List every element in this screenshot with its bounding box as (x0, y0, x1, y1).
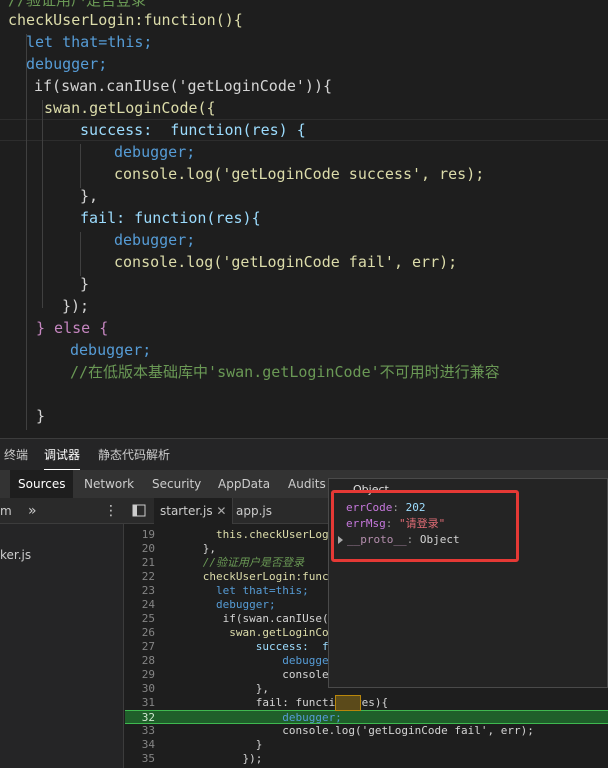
line-code: debugger; (163, 598, 276, 611)
property-value: 202 (405, 501, 426, 514)
code-line-success: success: function(res) { (80, 121, 306, 139)
property-value: Object (419, 533, 460, 546)
menu-icon[interactable]: ⋮ (104, 498, 118, 524)
line-number[interactable]: 34 (125, 738, 155, 752)
close-icon[interactable]: ✕ (216, 504, 226, 518)
tab-sources[interactable]: Sources (10, 470, 74, 498)
code-line-console-success: console.log('getLoginCode success', res)… (114, 165, 485, 183)
line-number[interactable]: 20 (125, 542, 155, 556)
line-number[interactable]: 23 (125, 584, 155, 598)
line-number[interactable]: 32 (125, 711, 155, 725)
property-key: errMsg (346, 517, 386, 530)
line-code: console.lo (163, 668, 349, 681)
line-number[interactable]: 25 (125, 612, 155, 626)
code-line-fail: fail: function(res){ (80, 209, 261, 227)
more-tabs-icon[interactable]: » (28, 498, 37, 524)
code-line-if: if(swan.canIUse('getLoginCode')){ (34, 77, 333, 95)
code-line-function-def: checkUserLogin:function(){ (8, 11, 243, 29)
toggle-sidebar-icon[interactable] (132, 498, 146, 524)
property-row-errcode: errCode: 202 (346, 501, 426, 514)
navigator-tab-label[interactable]: m (0, 498, 12, 524)
line-number[interactable]: 26 (125, 626, 155, 640)
line-code: success: func (163, 640, 349, 653)
line-number[interactable]: 35 (125, 752, 155, 766)
code-line-getlogincode: swan.getLoginCode({ (44, 99, 216, 117)
line-number[interactable]: 24 (125, 598, 155, 612)
tab-static-analysis[interactable]: 静态代码解析 (98, 439, 170, 471)
line-number[interactable]: 27 (125, 640, 155, 654)
file-tab-starter[interactable]: starter.js ✕ (154, 498, 234, 524)
line-code: this.checkUserLogi (163, 528, 336, 541)
code-line-else: } else { (36, 319, 109, 337)
line-code: checkUserLogin:functio (163, 570, 349, 583)
line-code: debugger; (163, 654, 342, 667)
line-code: }); (163, 752, 263, 765)
tab-appdata[interactable]: AppData (218, 470, 270, 498)
code-line-close-call: }); (62, 297, 90, 315)
hovered-variable-highlight[interactable] (335, 695, 361, 711)
source-line: 31 fail: function(res){ (125, 696, 608, 710)
line-number[interactable]: 29 (125, 668, 155, 682)
indent-guide (80, 144, 81, 188)
source-line: 34 } (125, 738, 608, 752)
code-line-close: }, (80, 187, 99, 205)
code-line-let: let that=this; (26, 33, 153, 51)
line-number[interactable]: 31 (125, 696, 155, 710)
tab-security[interactable]: Security (152, 470, 201, 498)
code-line-close: } (36, 407, 46, 425)
expand-triangle-icon[interactable] (338, 536, 343, 544)
line-code: //验证用户是否登录 (163, 556, 304, 569)
line-code: console.log('getLoginCode fail', err); (163, 724, 534, 737)
tab-network[interactable]: Network (84, 470, 134, 498)
current-paused-line: 32 debugger; (125, 710, 608, 724)
property-value: "请登录" (399, 517, 446, 530)
line-code: } (163, 738, 263, 751)
code-line-debugger: debugger; (114, 143, 196, 161)
line-number[interactable]: 21 (125, 556, 155, 570)
indent-guide (26, 34, 27, 430)
code-line-debugger: debugger; (114, 231, 196, 249)
navigator-file-item[interactable]: ker.js (0, 548, 31, 562)
line-code: }, (163, 542, 216, 555)
property-key: errCode (346, 501, 393, 514)
file-tab-label: starter.js (160, 504, 213, 518)
indent-guide (80, 232, 81, 276)
devtools-top-tabs: 终端 调试器 静态代码解析 (0, 438, 608, 471)
code-line-close: } (80, 275, 90, 293)
indent-guide (42, 100, 43, 308)
file-tab-app[interactable]: app.js (236, 498, 272, 524)
line-number[interactable]: 30 (125, 682, 155, 696)
source-line: 35 }); (125, 752, 608, 766)
line-code: debugger; (163, 711, 342, 724)
property-row-errmsg: errMsg: "请登录" (346, 517, 446, 530)
tab-audits[interactable]: Audits (288, 470, 326, 498)
line-code: if(swan.canIUse('ge (163, 612, 349, 625)
line-number[interactable]: 19 (125, 528, 155, 542)
line-number[interactable]: 28 (125, 654, 155, 668)
file-navigator: ker.js (0, 524, 124, 768)
code-line-console-fail: console.log('getLoginCode fail', err); (114, 253, 458, 271)
code-line-debugger: debugger; (26, 55, 108, 73)
line-number[interactable]: 33 (125, 724, 155, 738)
property-key: __proto__ (347, 533, 407, 546)
tab-terminal[interactable]: 终端 (4, 439, 28, 471)
code-editor[interactable]: //验证用户是否登录 checkUserLogin:function(){ le… (0, 0, 608, 438)
source-line: 33 console.log('getLoginCode fail', err)… (125, 724, 608, 738)
code-line-debugger: debugger; (70, 341, 152, 359)
line-code: let that=this; (163, 584, 309, 597)
line-number[interactable]: 22 (125, 570, 155, 584)
tab-debugger[interactable]: 调试器 (44, 439, 81, 471)
line-code: swan.getLoginCode( (163, 626, 349, 639)
line-code: }, (163, 682, 269, 695)
property-row-proto[interactable]: __proto__: Object (338, 532, 460, 548)
code-line-compat-comment: //在低版本基础库中'swan.getLoginCode'不可用时进行兼容 (70, 363, 500, 381)
